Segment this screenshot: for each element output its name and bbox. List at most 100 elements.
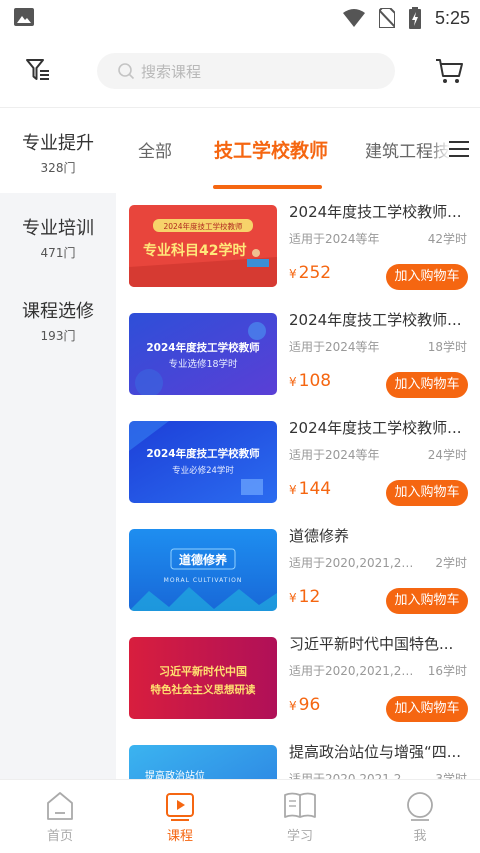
course-price: ¥12: [289, 587, 320, 607]
currency-symbol: ¥: [289, 267, 297, 281]
sidebar-item-professional-upgrade[interactable]: 专业提升 328门: [0, 109, 116, 193]
thumbnail-line2: 专业选修18学时: [168, 358, 238, 370]
nav-label: 学习: [286, 829, 313, 844]
course-list: 2024年度技工学校教师 专业科目42学时 2024年度技工学校教师... 适用…: [116, 191, 480, 779]
sidebar-item-count: 471门: [40, 246, 76, 260]
sidebar-item-label: 课程选修: [22, 301, 94, 322]
currency-symbol: ¥: [289, 591, 297, 605]
course-title: 提高政治站位与增强“四...: [289, 743, 462, 761]
thumbnail-line1: 提高政治站位: [145, 769, 205, 779]
course-title: 道德修养: [289, 527, 350, 545]
nav-study[interactable]: 学习: [240, 780, 360, 853]
currency-symbol: ¥: [289, 699, 297, 713]
price-value: 96: [298, 695, 321, 715]
course-item[interactable]: 2024年度技工学校教师 专业必修24学时 2024年度技工学校教师... 适用…: [116, 407, 480, 515]
status-bar: 5:25: [0, 0, 480, 36]
cart-icon[interactable]: [434, 56, 464, 86]
add-to-cart-button[interactable]: 加入购物车: [386, 264, 468, 290]
price-value: 144: [298, 479, 332, 499]
video-icon: [166, 793, 194, 821]
sidebar-item-label: 专业提升: [22, 133, 94, 154]
currency-symbol: ¥: [289, 375, 297, 389]
filter-icon[interactable]: [24, 56, 52, 84]
sidebar-item-elective-courses[interactable]: 课程选修 193门: [0, 277, 116, 361]
active-tab-indicator: [213, 185, 322, 189]
book-icon: [284, 792, 316, 818]
nav-label: 我: [413, 829, 427, 844]
price-value: 12: [298, 587, 321, 607]
course-applicable-years: 适用于2024等年: [289, 448, 380, 462]
course-applicable-years: 适用于2020,2021,20...: [289, 772, 417, 779]
thumbnail-line2: 专业必修24学时: [172, 465, 234, 476]
thumbnail-line2: 专业科目42学时: [143, 242, 246, 259]
add-to-cart-button[interactable]: 加入购物车: [386, 588, 468, 614]
course-hours: 42学时: [427, 232, 467, 246]
course-applicable-years: 适用于2024等年: [289, 232, 380, 246]
nav-home[interactable]: 首页: [0, 780, 120, 853]
search-icon: [118, 63, 135, 80]
course-item[interactable]: 2024年度技工学校教师 专业科目42学时 2024年度技工学校教师... 适用…: [116, 191, 480, 299]
course-thumbnail: 道德修养 MORAL CULTIVATION: [129, 529, 277, 611]
course-applicable-years: 适用于2020,2021,202...: [289, 556, 417, 570]
home-icon: [47, 792, 73, 820]
course-item[interactable]: 2024年度技工学校教师 专业选修18学时 2024年度技工学校教师... 适用…: [116, 299, 480, 407]
nav-me[interactable]: 我: [360, 780, 480, 853]
add-to-cart-button[interactable]: 加入购物车: [386, 696, 468, 722]
bottom-navigation: 首页 课程 学习 我: [0, 779, 480, 853]
category-sidebar: 专业提升 328门 专业培训 471门 课程选修 193门: [0, 109, 116, 779]
course-applicable-years: 适用于2020,2021,20...: [289, 664, 417, 678]
course-thumbnail: 2024年度技工学校教师 专业选修18学时: [129, 313, 277, 395]
user-icon: [407, 792, 433, 821]
category-tabs: 全部 技工学校教师 建筑工程技: [116, 109, 480, 191]
tab-technical-school-teacher[interactable]: 技工学校教师: [214, 136, 328, 163]
course-item[interactable]: 道德修养 MORAL CULTIVATION 道德修养 适用于2020,2021…: [116, 515, 480, 623]
course-thumbnail: 提高政治站位: [129, 745, 277, 779]
thumbnail-line1: 2024年度技工学校教师: [146, 341, 260, 354]
battery-charging-icon: [408, 7, 421, 29]
wifi-icon: [342, 9, 365, 27]
status-time: 5:25: [434, 7, 470, 28]
course-thumbnail: 2024年度技工学校教师 专业科目42学时: [129, 205, 277, 287]
header: 搜索课程: [0, 36, 480, 108]
course-hours: 3学时: [435, 772, 467, 779]
course-price: ¥144: [289, 479, 331, 499]
sidebar-item-count: 328门: [40, 161, 76, 175]
thumbnail-line1: 2024年度技工学校教师: [163, 221, 243, 231]
thumbnail-line1: 习近平新时代中国: [159, 664, 247, 678]
course-thumbnail: 2024年度技工学校教师 专业必修24学时: [129, 421, 277, 503]
menu-icon[interactable]: [449, 140, 469, 158]
tab-all[interactable]: 全部: [138, 137, 172, 162]
price-value: 108: [298, 371, 332, 391]
add-to-cart-button[interactable]: 加入购物车: [386, 372, 468, 398]
thumbnail-line1: 2024年度技工学校教师: [146, 447, 260, 460]
course-thumbnail: 习近平新时代中国 特色社会主义思想研读: [129, 637, 277, 719]
course-hours: 24学时: [427, 448, 467, 462]
search-placeholder: 搜索课程: [141, 63, 202, 81]
search-input[interactable]: 搜索课程: [97, 53, 395, 89]
currency-symbol: ¥: [289, 483, 297, 497]
course-item[interactable]: 习近平新时代中国 特色社会主义思想研读 习近平新时代中国特色... 适用于202…: [116, 623, 480, 731]
course-title: 2024年度技工学校教师...: [289, 203, 462, 221]
course-title: 习近平新时代中国特色...: [289, 635, 454, 653]
course-applicable-years: 适用于2024等年: [289, 340, 380, 354]
course-title: 2024年度技工学校教师...: [289, 419, 462, 437]
sidebar-item-label: 专业培训: [22, 218, 94, 239]
sidebar-item-count: 193门: [40, 329, 76, 343]
add-to-cart-button[interactable]: 加入购物车: [386, 480, 468, 506]
course-hours: 2学时: [435, 556, 467, 570]
thumbnail-line2: 特色社会主义思想研读: [151, 683, 256, 696]
course-hours: 18学时: [427, 340, 467, 354]
thumbnail-line2: MORAL CULTIVATION: [164, 577, 243, 584]
nav-label: 课程: [166, 829, 193, 844]
course-price: ¥108: [289, 371, 331, 391]
course-hours: 16学时: [427, 664, 467, 678]
no-sim-icon: [378, 8, 395, 28]
thumbnail-line1: 道德修养: [179, 552, 227, 567]
nav-label: 首页: [46, 829, 73, 844]
course-title: 2024年度技工学校教师...: [289, 311, 462, 329]
nav-courses[interactable]: 课程: [120, 780, 240, 853]
course-item[interactable]: 提高政治站位 提高政治站位与增强“四... 适用于2020,2021,20...…: [116, 731, 480, 779]
course-price: ¥252: [289, 263, 331, 283]
price-value: 252: [298, 263, 332, 283]
sidebar-item-professional-training[interactable]: 专业培训 471门: [0, 194, 116, 278]
